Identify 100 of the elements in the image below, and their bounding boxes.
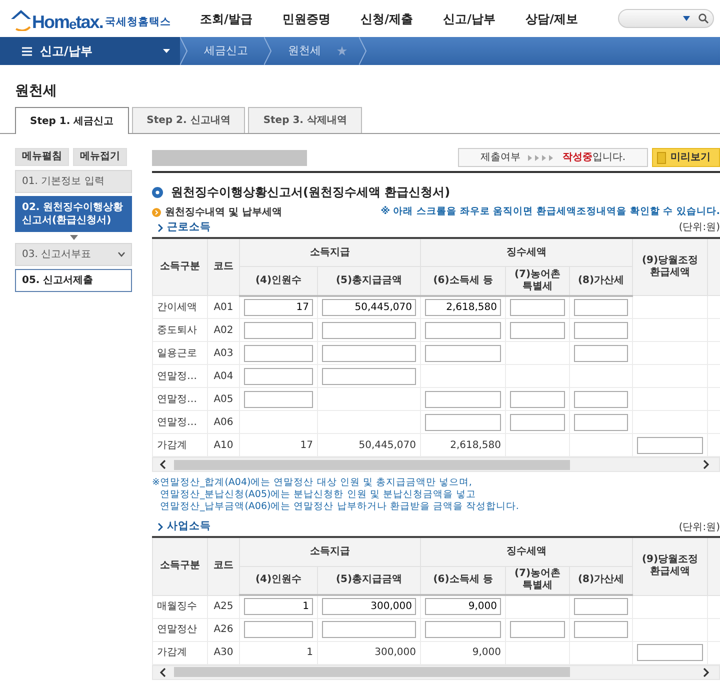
column-group-header: 징수세액 bbox=[420, 238, 632, 267]
input-field[interactable] bbox=[574, 598, 628, 616]
input-field[interactable] bbox=[425, 390, 501, 408]
column-header: (4)인원수 bbox=[240, 566, 318, 595]
scroll-thumb[interactable] bbox=[174, 667, 570, 677]
table-cell: 연말정… bbox=[152, 388, 208, 411]
horizontal-scrollbar[interactable] bbox=[152, 664, 720, 680]
input-field[interactable] bbox=[425, 621, 501, 638]
column-header: (7)농어촌 특별세 bbox=[506, 566, 570, 595]
column-group-header: 소득지급 bbox=[240, 238, 420, 267]
input-field[interactable] bbox=[510, 390, 565, 408]
column-header: 소득구분 bbox=[152, 238, 208, 296]
input-field[interactable] bbox=[425, 344, 501, 362]
input-field[interactable] bbox=[574, 344, 628, 362]
column-header: (4)인원수 bbox=[240, 266, 318, 296]
menu-icon bbox=[22, 46, 32, 56]
input-field[interactable]: 2,618,580 bbox=[425, 299, 501, 316]
input-field[interactable] bbox=[244, 621, 313, 638]
nav-link[interactable]: 조회/발급 bbox=[200, 10, 252, 28]
chevron-down-icon bbox=[118, 252, 125, 257]
input-field[interactable] bbox=[574, 414, 628, 431]
status-text: 작성중입니다. bbox=[562, 151, 626, 165]
column-header: (6)소득세 등 bbox=[420, 566, 506, 595]
table-cell: 300,000 bbox=[318, 641, 420, 664]
input-field[interactable] bbox=[637, 644, 703, 661]
table-cell: 일용근로 bbox=[152, 342, 208, 365]
star-icon bbox=[337, 46, 347, 56]
column-header: (7)농어촌 특별세 bbox=[506, 266, 570, 296]
step-tab[interactable]: Step 2. 신고내역 bbox=[132, 107, 246, 133]
input-field[interactable] bbox=[637, 436, 703, 454]
sidebar-item[interactable]: 05. 신고서제출 bbox=[15, 269, 132, 292]
input-field[interactable] bbox=[322, 344, 416, 362]
column-header: 소득구분 bbox=[152, 537, 208, 595]
logo-wordmark[interactable]: Hom$_{e}$tax. bbox=[32, 12, 103, 30]
input-field[interactable] bbox=[244, 344, 313, 362]
table-cell: A26 bbox=[208, 618, 240, 641]
input-field[interactable]: 9,000 bbox=[425, 598, 501, 616]
unit-label: (단위:원) bbox=[678, 520, 720, 535]
preview-button[interactable]: 미리보기 bbox=[652, 148, 720, 167]
column-group-header: 징수세액 bbox=[420, 537, 632, 566]
logo-name[interactable]: 국세청홈택스 bbox=[104, 14, 171, 30]
column-header: (5)총지급금액 bbox=[318, 566, 420, 595]
menu-toggle-button[interactable]: 메뉴펼침 bbox=[15, 148, 69, 166]
input-field[interactable] bbox=[510, 299, 565, 316]
chevron-separator-icon bbox=[264, 37, 272, 65]
table-cell: 9,000 bbox=[420, 641, 506, 664]
nav-link[interactable]: 신고/납부 bbox=[443, 10, 496, 28]
input-field[interactable] bbox=[574, 322, 628, 339]
input-field[interactable] bbox=[425, 414, 501, 431]
input-field[interactable] bbox=[574, 621, 628, 638]
chevron-separator-icon bbox=[180, 37, 188, 65]
scroll-right-icon bbox=[703, 668, 709, 676]
input-field[interactable] bbox=[244, 322, 313, 339]
menu-toggle-button[interactable]: 메뉴접기 bbox=[73, 148, 127, 166]
page-title: 원천세 bbox=[14, 82, 58, 101]
step-tab[interactable]: Step 1. 세금신고 bbox=[15, 107, 129, 134]
input-field[interactable] bbox=[322, 322, 416, 339]
scroll-hint: ※ 아래 스크롤을 좌우로 움직이면 환급세액조정내역을 확인할 수 있습니다. bbox=[380, 205, 720, 220]
input-field[interactable]: 1 bbox=[244, 598, 313, 616]
breadcrumb-link[interactable]: 세금신고 bbox=[188, 42, 264, 60]
table-cell: A30 bbox=[208, 641, 240, 664]
scroll-thumb[interactable] bbox=[174, 460, 570, 470]
input-field[interactable] bbox=[574, 390, 628, 408]
menu-selector[interactable]: 신고/납부 bbox=[0, 37, 180, 65]
input-field[interactable] bbox=[510, 621, 565, 638]
circle-bullet-icon bbox=[152, 186, 163, 198]
progress-arrows-icon bbox=[528, 154, 554, 160]
table-cell: 연말정… bbox=[152, 364, 208, 388]
input-field[interactable] bbox=[574, 299, 628, 316]
search-icon bbox=[698, 13, 709, 24]
unit-label: (단위:원) bbox=[678, 221, 720, 236]
table-cell: A25 bbox=[208, 595, 240, 618]
input-field[interactable]: 300,000 bbox=[322, 598, 416, 616]
column-header: 코드 bbox=[208, 537, 240, 595]
input-field[interactable] bbox=[244, 390, 313, 408]
sidebar-dropdown[interactable]: 03. 신고서부표 bbox=[15, 243, 132, 266]
caret-down-icon bbox=[683, 16, 690, 21]
column-header: (8)가산세 bbox=[570, 266, 632, 296]
input-field[interactable] bbox=[425, 322, 501, 339]
nav-link[interactable]: 신청/제출 bbox=[360, 10, 413, 28]
input-field[interactable] bbox=[244, 368, 313, 385]
section-heading: 사업소득 bbox=[167, 519, 211, 534]
input-field[interactable]: 17 bbox=[244, 299, 313, 316]
step-tab[interactable]: Step 3. 삭제내역 bbox=[248, 107, 362, 133]
input-field[interactable]: 50,445,070 bbox=[322, 299, 416, 316]
input-field[interactable] bbox=[510, 322, 565, 339]
table-cell: A01 bbox=[208, 296, 240, 319]
input-field[interactable] bbox=[322, 621, 416, 638]
chevron-separator-icon bbox=[359, 37, 367, 65]
column-header: (6)소득세 등 bbox=[420, 266, 506, 296]
horizontal-scrollbar[interactable] bbox=[152, 457, 720, 472]
sidebar-item[interactable]: 01. 기본정보 입력 bbox=[15, 170, 132, 193]
input-field[interactable] bbox=[322, 368, 416, 385]
breadcrumb-link[interactable]: 원천세 bbox=[272, 42, 337, 60]
search-field[interactable] bbox=[618, 9, 714, 28]
circle-bullet-icon bbox=[152, 208, 161, 217]
nav-link[interactable]: 상담/제보 bbox=[526, 10, 578, 28]
input-field[interactable] bbox=[510, 414, 565, 431]
sidebar-item[interactable]: 02. 원천징수이행상황신고서(환급신청서) bbox=[15, 196, 132, 232]
nav-link[interactable]: 민원증명 bbox=[282, 10, 330, 28]
